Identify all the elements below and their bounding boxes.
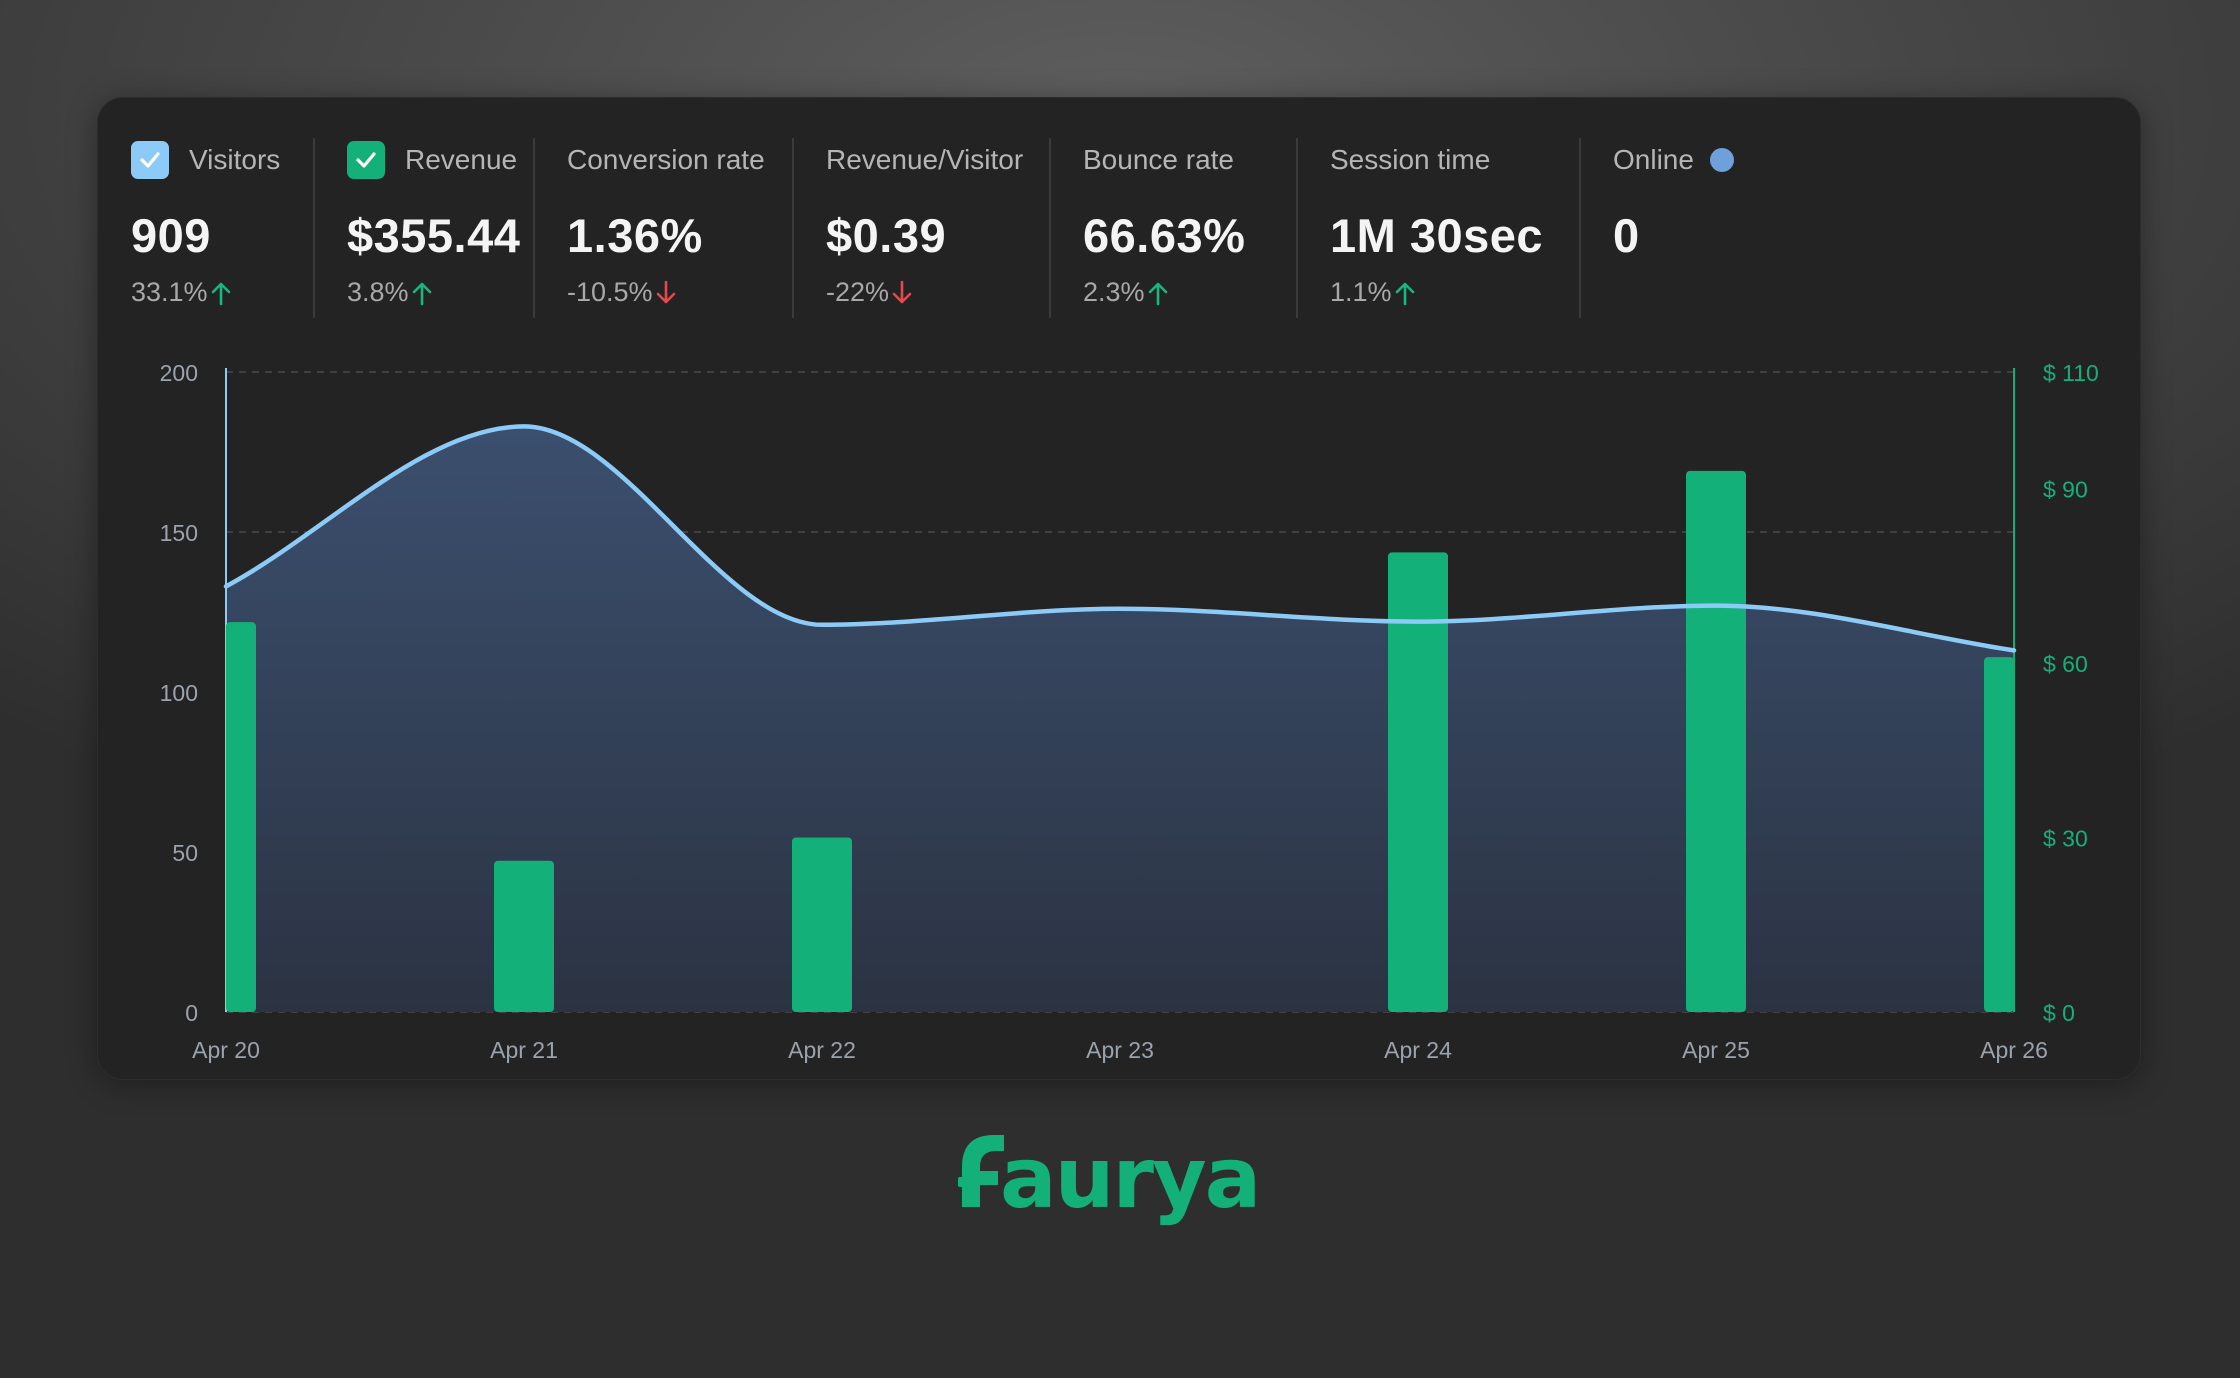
- y-left-tick-label: 0: [185, 1000, 198, 1026]
- y-left-tick-label: 50: [172, 840, 198, 866]
- x-tick-label: Apr 25: [1682, 1037, 1750, 1063]
- y-left-tick-label: 150: [160, 520, 198, 546]
- revenue-bar: [226, 622, 256, 1012]
- logo-wordmark: aurya: [1000, 1129, 1259, 1227]
- revenue-bar: [792, 837, 852, 1012]
- x-tick-label: Apr 23: [1086, 1037, 1154, 1063]
- y-right-tick-label: $ 0: [2043, 1000, 2075, 1026]
- x-tick-label: Apr 20: [192, 1037, 260, 1063]
- x-tick-label: Apr 22: [788, 1037, 856, 1063]
- y-right-tick-label: $ 90: [2043, 476, 2088, 502]
- x-tick-label: Apr 21: [490, 1037, 558, 1063]
- revenue-bar: [1686, 470, 1746, 1013]
- revenue-bar: [1984, 657, 2014, 1012]
- y-left-tick-label: 100: [160, 680, 198, 706]
- y-right-tick-label: $ 110: [2043, 360, 2099, 386]
- revenue-bar: [494, 860, 554, 1012]
- brand-logo: aurya: [958, 1129, 1261, 1227]
- y-right-tick-label: $ 30: [2043, 825, 2088, 851]
- y-right-tick-label: $ 60: [2043, 651, 2088, 677]
- analytics-card: Visitors 909 33.1% Revenue $355.44 3.8% Conver…: [97, 97, 2141, 1080]
- logo-f-shape: [962, 1135, 1004, 1207]
- x-tick-label: Apr 24: [1384, 1037, 1452, 1063]
- visitors-revenue-chart: 0 50 100 150 200 $ 0 $ 30 $ 60 $ 90 $ 110 Apr 20 Ap…: [160, 360, 2099, 1063]
- logo-f-notch: [958, 1177, 968, 1187]
- y-left-tick-label: 200: [160, 360, 198, 386]
- x-tick-label: Apr 26: [1980, 1037, 2048, 1063]
